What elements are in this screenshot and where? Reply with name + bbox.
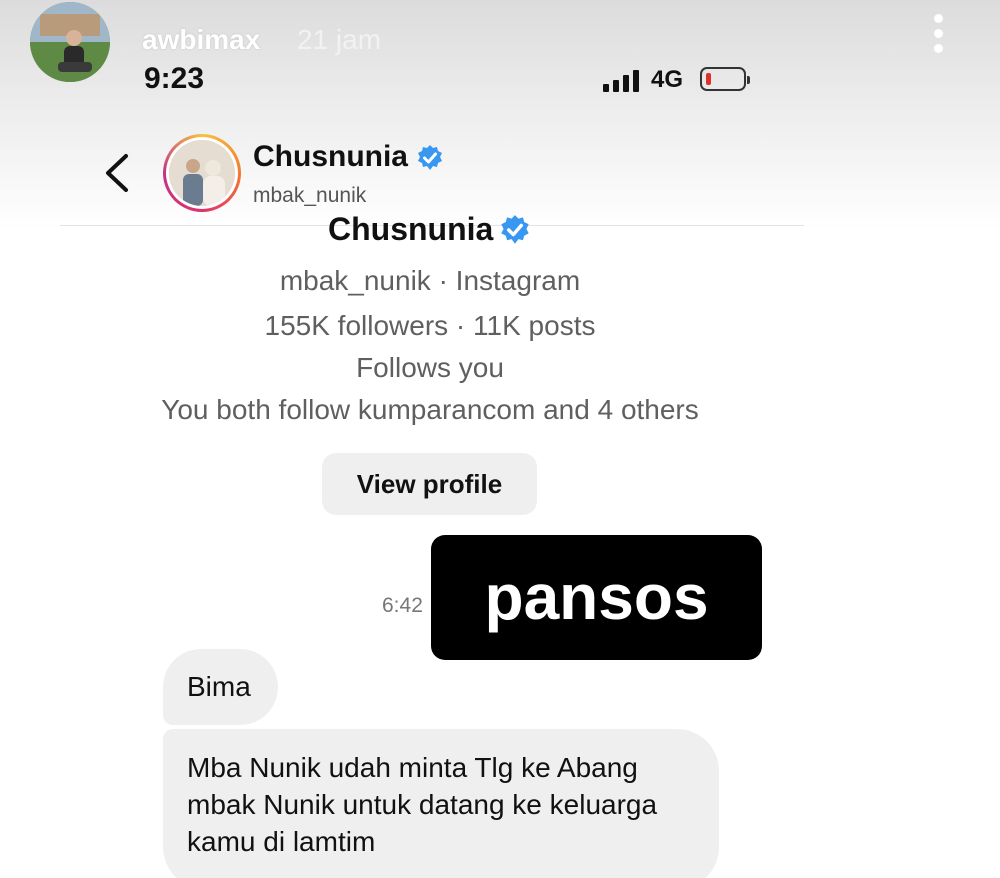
network-type: 4G — [651, 66, 684, 93]
profile-card-name: Chusnunia — [328, 215, 531, 251]
avatar-photo-icon — [30, 2, 110, 82]
signal-bars-icon — [603, 68, 643, 92]
received-message-bubble[interactable]: Mba Nunik udah minta Tlg ke Abang mbak N… — [163, 729, 719, 878]
chevron-left-icon[interactable] — [100, 150, 136, 196]
story-username[interactable]: awbimax — [142, 24, 260, 56]
status-bar-time: 9:23 — [144, 62, 205, 95]
verified-badge-icon — [501, 215, 530, 244]
more-vertical-icon[interactable] — [928, 14, 948, 60]
chat-avatar[interactable] — [163, 134, 241, 212]
chat-contact-handle: mbak_nunik — [253, 184, 367, 207]
pansos-text-sticker: pansos — [431, 535, 762, 660]
chat-contact-name[interactable]: Chusnunia — [253, 140, 444, 174]
received-message-bubble[interactable]: Bima — [163, 649, 278, 725]
story-timestamp: 21 jam — [297, 24, 382, 55]
profile-photo-icon — [169, 140, 235, 206]
profile-card-subtitle: mbak_nunik · Instagram — [279, 265, 581, 296]
story-avatar[interactable] — [30, 2, 110, 82]
verified-badge-icon — [418, 145, 443, 171]
profile-card-name-text: Chusnunia — [328, 215, 494, 247]
battery-level — [706, 73, 711, 85]
view-profile-button[interactable]: View profile — [322, 453, 537, 515]
profile-card-follows-you: Follows you — [356, 352, 504, 383]
battery-icon — [700, 67, 750, 91]
profile-card-stats: 155K followers · 11K posts — [264, 310, 596, 341]
chat-contact-name-text: Chusnunia — [253, 140, 408, 173]
profile-card-mutual-followers: You both follow kumparancom and 4 others — [161, 394, 699, 425]
message-timestamp: 6:42 — [382, 594, 423, 617]
